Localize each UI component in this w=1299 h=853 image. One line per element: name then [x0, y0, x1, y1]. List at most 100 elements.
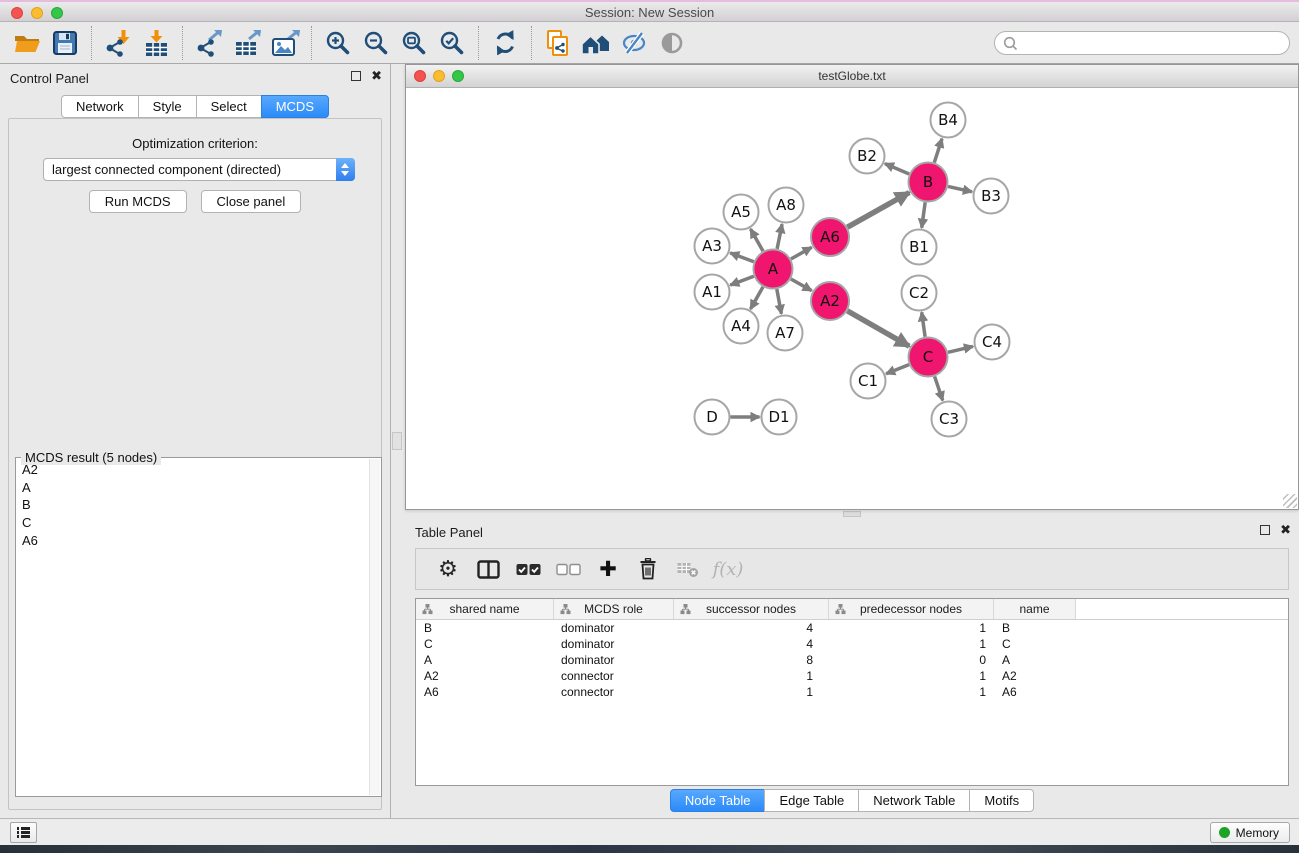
graph-node-A3[interactable]: A3	[695, 229, 730, 264]
tab-motifs[interactable]: Motifs	[969, 789, 1034, 812]
table-cell[interactable]: 4	[674, 621, 829, 635]
splitter-grip[interactable]	[843, 511, 861, 517]
tab-select[interactable]: Select	[196, 95, 262, 118]
tab-network[interactable]: Network	[61, 95, 139, 118]
criterion-dropdown[interactable]: largest connected component (directed)	[43, 158, 355, 181]
show-columns-button[interactable]	[468, 551, 508, 587]
graph-node-A6[interactable]: A6	[811, 218, 849, 256]
zoom-in-button[interactable]	[319, 25, 357, 61]
column-header-successor-nodes[interactable]: successor nodes	[674, 599, 829, 619]
tab-mcds[interactable]: MCDS	[261, 95, 329, 118]
graph-node-A2[interactable]: A2	[811, 282, 849, 320]
graph-edge-A-A5[interactable]	[751, 229, 764, 251]
graph-edge-A-A6[interactable]	[791, 247, 812, 259]
table-cell[interactable]: A2	[994, 669, 1076, 683]
graph-node-B4[interactable]: B4	[931, 103, 966, 138]
mcds-result-item[interactable]: A6	[17, 531, 368, 549]
graph-edge-A-A1[interactable]	[730, 276, 754, 285]
graph-node-D[interactable]: D	[695, 400, 730, 435]
table-cell[interactable]: A6	[416, 685, 554, 699]
graph-node-B1[interactable]: B1	[902, 230, 937, 265]
graph-node-A7[interactable]: A7	[768, 316, 803, 351]
table-cell[interactable]: B	[994, 621, 1076, 635]
hide-graphics-details-button[interactable]	[615, 25, 653, 61]
graph-node-A[interactable]: A	[754, 250, 793, 289]
refresh-button[interactable]	[486, 25, 524, 61]
table-cell[interactable]: 0	[829, 653, 994, 667]
deselect-all-columns-button[interactable]	[548, 551, 588, 587]
close-panel-button[interactable]: Close panel	[201, 190, 302, 213]
duplicate-network-button[interactable]	[539, 25, 577, 61]
run-mcds-button[interactable]: Run MCDS	[89, 190, 187, 213]
graph-edge-C-C1[interactable]	[886, 365, 909, 374]
graph-node-D1[interactable]: D1	[762, 400, 797, 435]
graph-edge-B-B4[interactable]	[934, 139, 942, 163]
add-row-button[interactable]: ✚	[588, 551, 628, 587]
table-cell[interactable]: 1	[829, 685, 994, 699]
save-session-button[interactable]	[46, 25, 84, 61]
delete-table-button[interactable]	[668, 551, 708, 587]
graph-node-C2[interactable]: C2	[902, 276, 937, 311]
graph-edge-A-A2[interactable]	[791, 279, 812, 291]
mcds-result-item[interactable]: A	[17, 479, 368, 497]
mcds-result-item[interactable]: A2	[17, 461, 368, 479]
column-header-predecessor-nodes[interactable]: predecessor nodes	[829, 599, 994, 619]
show-panels-list-button[interactable]	[10, 822, 37, 843]
graph-edge-B-B1[interactable]	[922, 202, 926, 227]
open-session-button[interactable]	[8, 25, 46, 61]
close-panel-icon[interactable]: ✖	[371, 71, 382, 81]
graph-node-C1[interactable]: C1	[851, 364, 886, 399]
column-header-name[interactable]: name	[994, 599, 1076, 619]
table-row[interactable]: Cdominator41C	[416, 636, 1288, 652]
graph-edge-B-B3[interactable]	[948, 186, 972, 191]
table-cell[interactable]: connector	[554, 685, 674, 699]
column-header-mcds-role[interactable]: MCDS role	[554, 599, 674, 619]
table-cell[interactable]: A2	[416, 669, 554, 683]
graph-edge-C-C3[interactable]	[935, 376, 943, 400]
vertical-splitter[interactable]	[391, 64, 405, 818]
select-all-columns-button[interactable]	[508, 551, 548, 587]
horizontal-splitter[interactable]	[405, 510, 1299, 518]
float-panel-icon[interactable]	[1260, 525, 1270, 535]
table-row[interactable]: Bdominator41B	[416, 620, 1288, 636]
table-cell[interactable]: 4	[674, 637, 829, 651]
table-row[interactable]: A2connector11A2	[416, 668, 1288, 684]
result-scrollbar[interactable]	[369, 459, 380, 795]
search-input[interactable]	[1019, 34, 1289, 52]
function-builder-button[interactable]: f(x)	[708, 551, 748, 587]
graph-edge-C-C4[interactable]	[948, 346, 973, 352]
close-panel-icon[interactable]: ✖	[1280, 525, 1291, 535]
table-cell[interactable]: 1	[829, 637, 994, 651]
table-row[interactable]: A6connector11A6	[416, 684, 1288, 700]
tab-network-table[interactable]: Network Table	[858, 789, 970, 812]
mcds-result-item[interactable]: B	[17, 496, 368, 514]
table-cell[interactable]: dominator	[554, 621, 674, 635]
table-cell[interactable]: 8	[674, 653, 829, 667]
table-cell[interactable]: A	[416, 653, 554, 667]
window-resize-grip[interactable]	[1283, 494, 1297, 508]
graph-edge-B-B2[interactable]	[885, 164, 909, 174]
graph-node-A1[interactable]: A1	[695, 275, 730, 310]
graph-node-C3[interactable]: C3	[932, 402, 967, 437]
tab-style[interactable]: Style	[138, 95, 197, 118]
import-network-button[interactable]	[99, 25, 137, 61]
table-cell[interactable]: C	[416, 637, 554, 651]
graph-edge-A-A3[interactable]	[730, 253, 754, 262]
table-cell[interactable]: 1	[674, 669, 829, 683]
graph-edge-A-A7[interactable]	[777, 289, 782, 314]
float-panel-icon[interactable]	[351, 71, 361, 81]
table-cell[interactable]: C	[994, 637, 1076, 651]
mcds-result-item[interactable]: C	[17, 514, 368, 532]
table-cell[interactable]: 1	[829, 621, 994, 635]
graph-node-C[interactable]: C	[909, 338, 948, 377]
table-cell[interactable]: B	[416, 621, 554, 635]
table-cell[interactable]: connector	[554, 669, 674, 683]
network-canvas[interactable]: B4B2BB3B1A5A8A6A3AA1A2A4A7C2C4CC1C3DD1	[406, 88, 1298, 509]
table-cell[interactable]: 1	[674, 685, 829, 699]
export-table-button[interactable]	[228, 25, 266, 61]
graph-edge-A2-C[interactable]	[847, 311, 909, 346]
zoom-selected-button[interactable]	[433, 25, 471, 61]
tab-node-table[interactable]: Node Table	[670, 789, 766, 812]
splitter-grip[interactable]	[392, 432, 402, 450]
graph-node-A5[interactable]: A5	[724, 195, 759, 230]
